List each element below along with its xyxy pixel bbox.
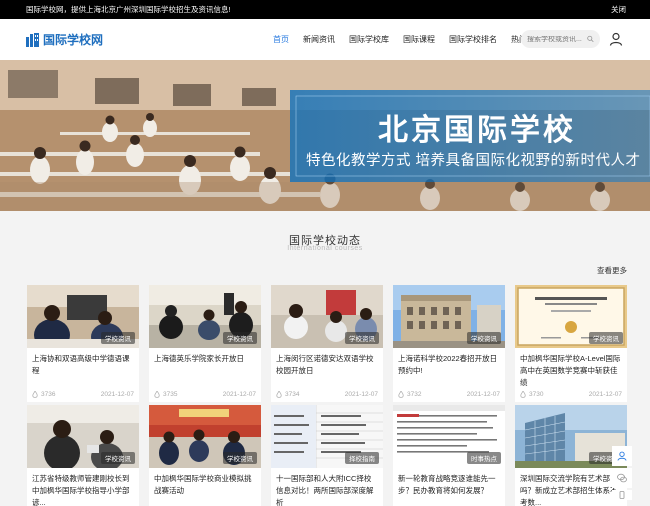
banner-title: 北京国际学校 [378,114,576,147]
news-meta: 3735 2021-12-07 [149,386,261,402]
news-meta: 3730 2021-12-07 [515,386,627,402]
flame-icon [154,390,160,398]
views-count: 3730 [520,390,544,398]
nav-item-courses[interactable]: 国际课程 [396,34,442,45]
news-thumbnail: 学校资讯 [149,405,261,468]
news-thumbnail: 学校资讯 [393,285,505,348]
category-tag: 学校资讯 [345,332,379,344]
news-card[interactable]: 学校资讯 上海德英乐学院家长开放日 3735 2021-12-07 [149,285,261,402]
category-tag: 学校资讯 [223,332,257,344]
news-card[interactable]: 学校资讯 江苏省特级教师管建刚校长到中加枫华国际学校指导小学部谚... [27,405,139,506]
news-thumbnail: 学校资讯 [271,285,383,348]
news-card[interactable]: 学校资讯 深圳国际交流学院有艺术部吗？新成立艺术部招生体系不考数... [515,405,627,506]
news-thumbnail: 学校资讯 [149,285,261,348]
views-value: 3730 [529,390,544,398]
nav-item-home[interactable]: 首页 [266,34,296,45]
news-card[interactable]: 学校资讯 上海闵行区诺德安达双语学校校园开放日 3734 2021-12-07 [271,285,383,402]
views-value: 3736 [41,390,56,398]
news-date: 2021-12-07 [466,390,500,398]
news-thumbnail: 学校资讯 [515,285,627,348]
news-title[interactable]: 中加枫华国际学校A-Level国际高中在英国数学竞赛中斩获佳绩 [515,348,627,386]
views-count: 3734 [276,390,300,398]
category-tag: 学校资讯 [101,332,135,344]
news-title[interactable]: 上海协和双语高级中学德语课程 [27,348,139,386]
news-title[interactable]: 十一国际部和人大附ICC择校信息对比！两所国际部深度解析 [271,468,383,506]
views-value: 3732 [407,390,422,398]
news-title[interactable]: 上海诺科学校2022春招开放日预约中! [393,348,505,386]
news-card[interactable]: 时事热点 新一轮教育战略竞逐谁能先一步？民办教育将如何发展？ [393,405,505,506]
search-box [521,30,600,48]
news-card[interactable]: 学校资讯 中加枫华国际学校商业模拟挑战赛活动 [149,405,261,506]
top-notice-bar: 国际学校网，提供上海北京广州深圳国际学校招生及资讯信息! 关闭 [0,0,650,19]
user-icon[interactable] [609,32,623,46]
category-tag: 学校资讯 [589,332,623,344]
nav-item-rankings[interactable]: 国际学校排名 [442,34,504,45]
news-title[interactable]: 上海闵行区诺德安达双语学校校园开放日 [271,348,383,386]
news-card[interactable]: 学校资讯 上海协和双语高级中学德语课程 3736 2021-12-07 [27,285,139,402]
section-subtitle: International courses [287,245,363,252]
news-card[interactable]: 择校指南 十一国际部和人大附ICC择校信息对比！两所国际部深度解析 [271,405,383,506]
flame-icon [398,390,404,398]
site-header: 国际学校网 首页 新闻资讯 国际学校库 国际课程 国际学校排名 热门专题 [0,19,650,60]
side-phone-button[interactable] [612,490,632,500]
views-count: 3732 [398,390,422,398]
phone-icon [619,491,625,499]
news-thumbnail: 学校资讯 [27,405,139,468]
news-card[interactable]: 学校资讯 上海诺科学校2022春招开放日预约中! 3732 2021-12-07 [393,285,505,402]
top-notice-text: 国际学校网，提供上海北京广州深圳国际学校招生及资讯信息! [26,5,231,14]
news-title[interactable]: 中加枫华国际学校商业模拟挑战赛活动 [149,468,261,506]
news-title[interactable]: 上海德英乐学院家长开放日 [149,348,261,386]
chat-icon [617,473,627,483]
views-value: 3734 [285,390,300,398]
category-tag: 学校资讯 [467,332,501,344]
news-thumbnail: 学校资讯 [27,285,139,348]
news-date: 2021-12-07 [100,390,134,398]
logo-text: 国际学校网 [43,33,104,47]
news-title[interactable]: 新一轮教育战略竞逐谁能先一步？民办教育将如何发展？ [393,468,505,506]
news-date: 2021-12-07 [588,390,622,398]
news-thumbnail: 时事热点 [393,405,505,468]
category-tag: 学校资讯 [101,452,135,464]
news-title[interactable]: 江苏省特级教师管建刚校长到中加枫华国际学校指导小学部谚... [27,468,139,506]
news-date: 2021-12-07 [344,390,378,398]
hero-banner[interactable]: 北京国际学校 特色化教学方式 培养具备国际化视野的新时代人才 [0,60,650,211]
banner-subtitle: 特色化教学方式 培养具备国际化视野的新时代人才 [306,153,641,169]
side-contact-button[interactable] [612,446,632,466]
nav-item-school-library[interactable]: 国际学校库 [342,34,396,45]
nav-item-news[interactable]: 新闻资讯 [296,34,342,45]
news-card[interactable]: 学校资讯 中加枫华国际学校A-Level国际高中在英国数学竞赛中斩获佳绩 373… [515,285,627,402]
user-icon [617,451,627,461]
main-nav: 首页 新闻资讯 国际学校库 国际课程 国际学校排名 热门专题 [266,19,550,60]
category-tag: 时事热点 [467,452,501,464]
search-icon[interactable] [587,34,594,44]
news-meta: 3736 2021-12-07 [27,386,139,402]
news-thumbnail: 择校指南 [271,405,383,468]
view-more-link[interactable]: 查看更多 [597,265,627,276]
news-meta: 3732 2021-12-07 [393,386,505,402]
flame-icon [520,390,526,398]
side-chat-button[interactable] [612,468,632,488]
news-date: 2021-12-07 [222,390,256,398]
news-thumbnail: 学校资讯 [515,405,627,468]
category-tag: 择校指南 [345,452,379,464]
logo-icon [26,32,39,47]
views-value: 3735 [163,390,178,398]
top-notice-close-button[interactable]: 关闭 [611,4,626,15]
category-tag: 学校资讯 [223,452,257,464]
flame-icon [32,390,38,398]
news-meta: 3734 2021-12-07 [271,386,383,402]
news-title[interactable]: 深圳国际交流学院有艺术部吗？新成立艺术部招生体系不考数... [515,468,627,506]
views-count: 3735 [154,390,178,398]
site-logo[interactable]: 国际学校网 [26,31,103,48]
search-input[interactable] [527,35,587,43]
views-count: 3736 [32,390,56,398]
flame-icon [276,390,282,398]
